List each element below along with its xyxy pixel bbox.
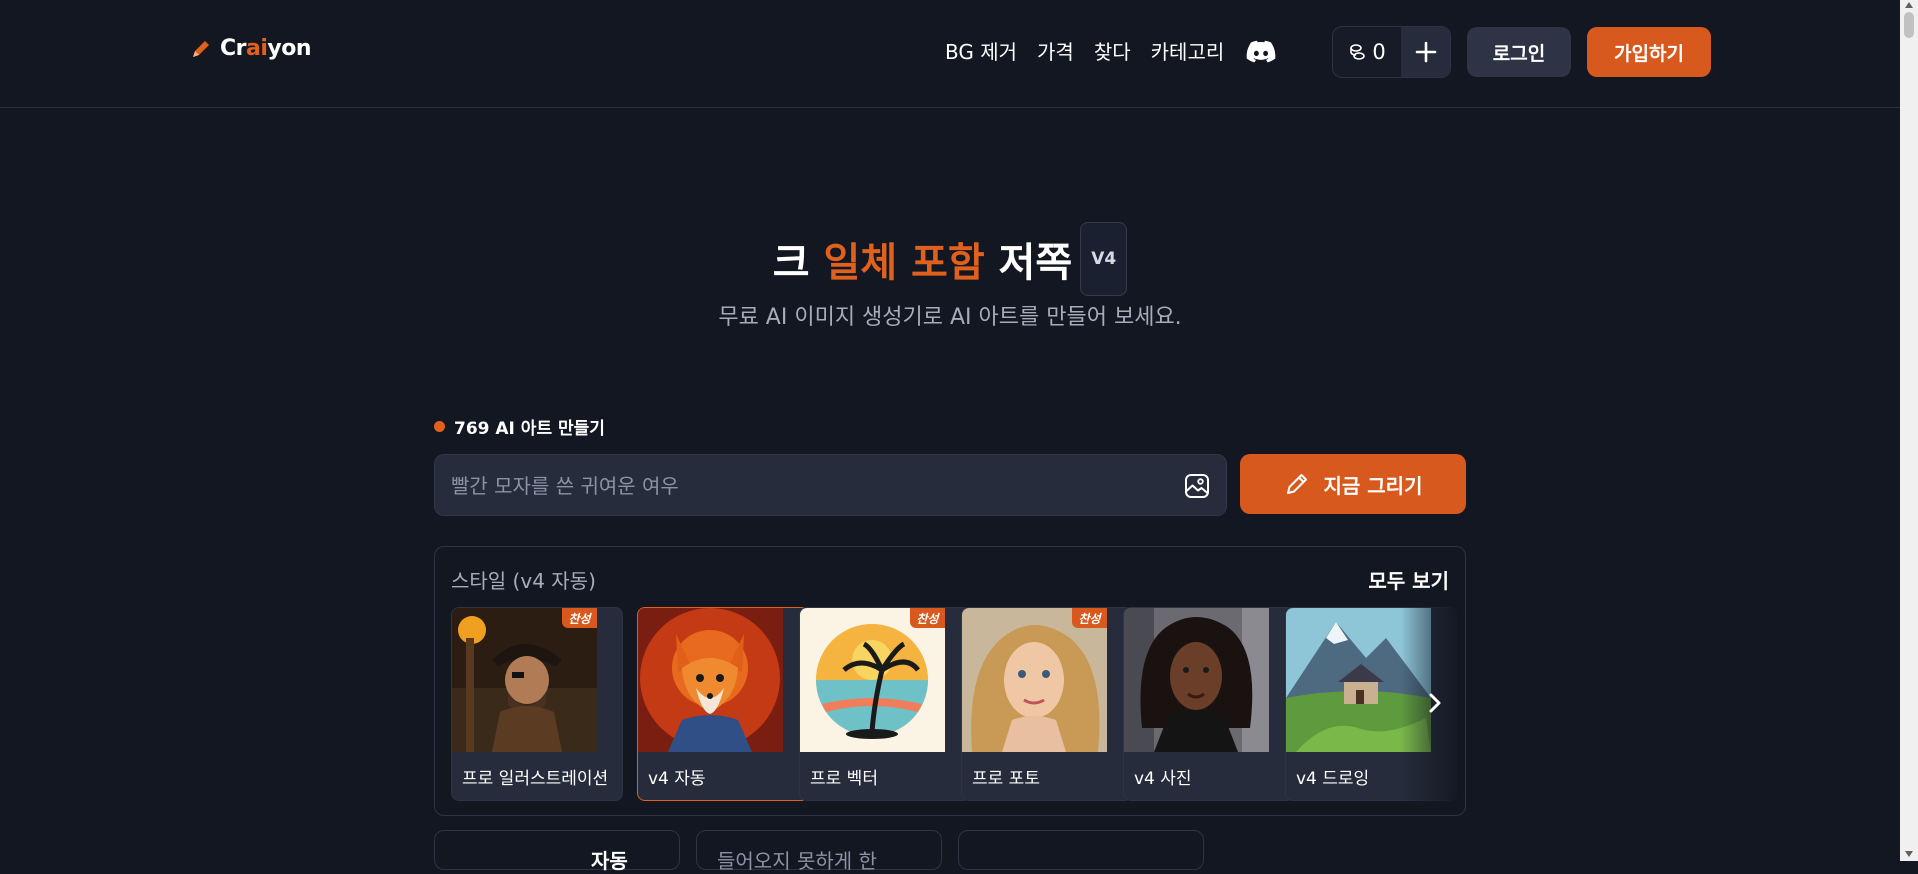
plus-icon xyxy=(1415,41,1436,63)
prompt-field xyxy=(434,454,1227,517)
main-nav: BG 제거 가격 찾다 카테고리 xyxy=(945,36,1276,65)
draw-now-button[interactable]: 지금 그리기 xyxy=(1240,454,1466,514)
style-cards: 찬성 프로 일러스트레이션 v4 자동 찬성 프로 벡터 찬성 프로 포토 v4… xyxy=(451,607,1461,807)
coins-icon xyxy=(1350,44,1366,60)
art-count-label: 769 AI 아트 만들기 xyxy=(454,419,605,439)
style-card-label: 프로 포토 xyxy=(972,769,1040,789)
page-subtitle: 무료 AI 이미지 생성기로 AI 아트를 만들어 보세요. xyxy=(718,305,1182,330)
pencil-icon xyxy=(1286,474,1307,494)
draw-now-label: 지금 그리기 xyxy=(1323,473,1423,498)
image-upload-icon[interactable] xyxy=(1184,473,1210,499)
chevron-right-icon[interactable] xyxy=(1425,691,1445,715)
pirate-illustration-thumbnail xyxy=(452,608,597,752)
style-card-pro-vector[interactable]: 찬성 프로 벡터 xyxy=(799,607,971,801)
scrollbar-thumb[interactable] xyxy=(1904,12,1914,38)
page-scrollbar[interactable] xyxy=(1900,0,1918,861)
style-card-pro-photo[interactable]: 찬성 프로 포토 xyxy=(961,607,1133,801)
scroll-up-arrow-icon[interactable] xyxy=(1905,2,1913,8)
style-card-pro-illustration[interactable]: 찬성 프로 일러스트레이션 xyxy=(451,607,623,801)
pencil-icon xyxy=(193,40,209,57)
add-credits-button[interactable] xyxy=(1401,27,1450,77)
pro-badge: 찬성 xyxy=(1072,608,1107,628)
negative-prompt-placeholder: 들어오지 못하게 한 xyxy=(717,849,877,873)
pro-badge: 찬성 xyxy=(910,608,945,628)
logo-text: Craiyon xyxy=(220,36,312,61)
title-part-3: 저쪽 xyxy=(998,240,1073,286)
logo[interactable]: Craiyon xyxy=(190,36,312,61)
portrait-photo-thumbnail xyxy=(962,608,1107,752)
negative-prompt-box[interactable]: 들어오지 못하게 한 xyxy=(696,830,942,873)
discord-icon[interactable] xyxy=(1246,40,1276,64)
option-box-auto[interactable]: 자동 xyxy=(434,830,680,873)
signup-button[interactable]: 가입하기 xyxy=(1587,27,1711,77)
nav-remove-background[interactable]: BG 제거 xyxy=(945,36,1017,65)
title-part-2: 일체 포함 xyxy=(823,240,985,286)
page-title: 크 일체 포함 저쪽 V4 xyxy=(0,222,1900,302)
style-card-label: v4 사진 xyxy=(1134,769,1192,789)
title-part-1: 크 xyxy=(772,240,810,286)
style-card-label: 프로 벡터 xyxy=(810,769,878,789)
login-button[interactable]: 로그인 xyxy=(1467,27,1571,77)
option-box-auto-label: 자동 xyxy=(591,849,628,873)
style-card-v4-auto[interactable]: v4 자동 xyxy=(637,607,809,801)
style-card-label: 프로 일러스트레이션 xyxy=(462,769,609,789)
scroll-down-arrow-icon[interactable] xyxy=(1905,851,1913,857)
pro-badge: 찬성 xyxy=(562,608,597,628)
fox-thumbnail xyxy=(638,608,783,752)
credits-widget: 0 xyxy=(1332,26,1451,78)
nav-search[interactable]: 찾다 xyxy=(1094,36,1131,65)
option-box-3[interactable] xyxy=(958,830,1204,870)
style-card-label: v4 자동 xyxy=(648,769,706,789)
style-card-label: v4 드로잉 xyxy=(1296,769,1370,789)
style-selector-label: 스타일 (v4 자동) xyxy=(451,569,596,593)
credit-count[interactable]: 0 xyxy=(1333,27,1401,77)
view-all-styles-button[interactable]: 모두 보기 xyxy=(1368,565,1449,594)
style-selector: 스타일 (v4 자동) 모두 보기 찬성 프로 일러스트레이션 v4 자동 찬성… xyxy=(434,546,1466,816)
version-badge: V4 xyxy=(1080,222,1128,296)
art-count: 769 AI 아트 만들기 xyxy=(434,414,605,439)
portrait-photo-thumbnail xyxy=(1124,608,1269,752)
palm-tree-vector-thumbnail xyxy=(800,608,945,752)
nav-categories[interactable]: 카테고리 xyxy=(1151,36,1225,65)
top-navigation-bar: Craiyon BG 제거 가격 찾다 카테고리 0 로그인 가입하기 xyxy=(0,0,1900,108)
prompt-input[interactable] xyxy=(449,455,1153,517)
credit-count-value: 0 xyxy=(1372,40,1386,64)
nav-pricing[interactable]: 가격 xyxy=(1037,36,1074,65)
style-card-v4-photo[interactable]: v4 사진 xyxy=(1123,607,1295,801)
status-dot xyxy=(434,421,445,432)
